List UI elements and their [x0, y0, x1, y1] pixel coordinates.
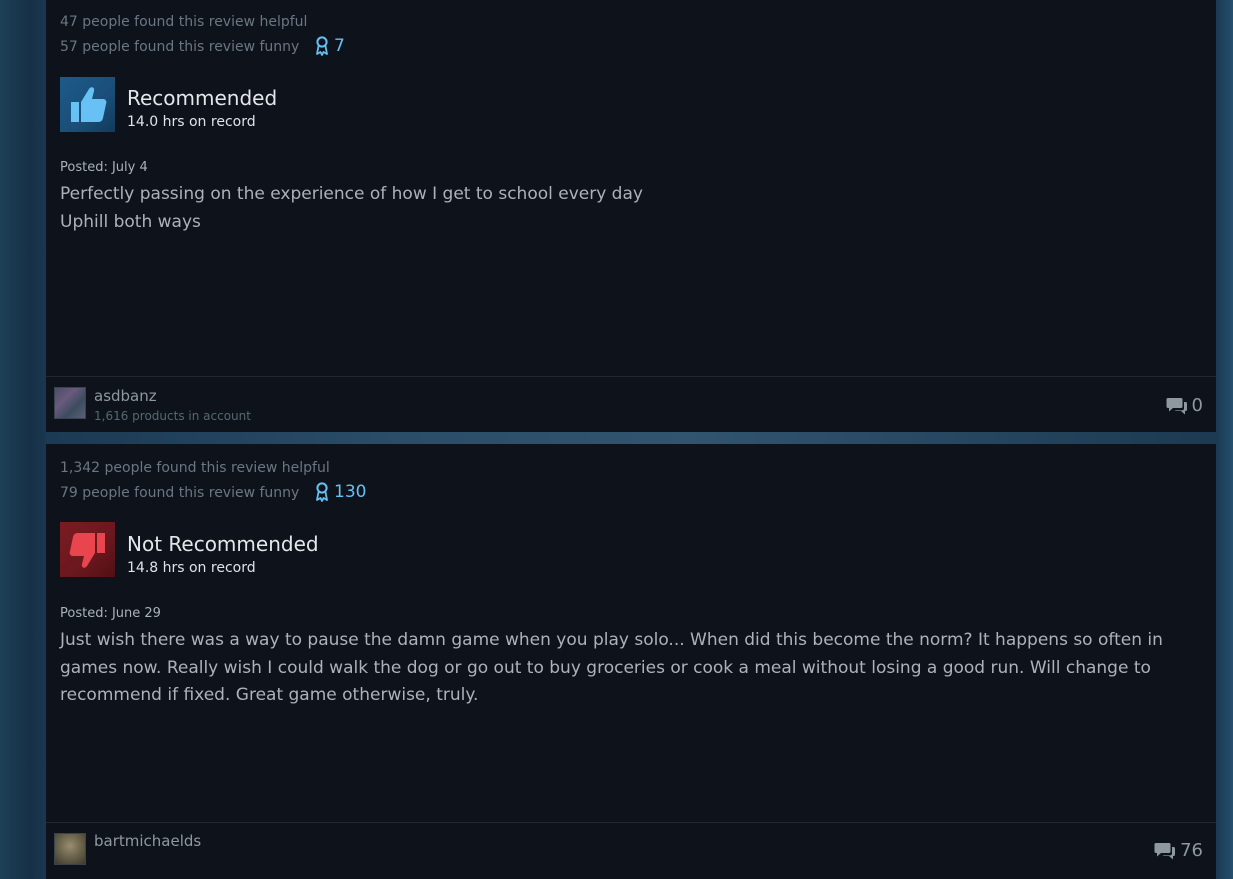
award-count: 7 [334, 36, 345, 56]
comment-count: 0 [1191, 395, 1203, 416]
thumbs-up-glyph [70, 86, 106, 122]
footer-divider [46, 376, 1216, 377]
thumbs-down-glyph [69, 532, 105, 568]
comment-count: 76 [1180, 840, 1203, 861]
hours-on-record: 14.0 hrs on record [127, 114, 256, 130]
footer-divider [46, 822, 1216, 823]
recommendation-title[interactable]: Not Recommended [127, 532, 319, 556]
username[interactable]: bartmichaelds [94, 832, 201, 850]
hours-on-record: 14.8 hrs on record [127, 560, 256, 576]
funny-count: 79 people found this review funny [60, 485, 300, 501]
products-in-account: 1,616 products in account [94, 409, 251, 423]
avatar[interactable] [54, 387, 86, 419]
username[interactable]: asdbanz [94, 387, 157, 405]
posted-date: Posted: June 29 [60, 606, 161, 621]
award-button[interactable]: 7 [314, 36, 345, 56]
review-text-line: Uphill both ways [60, 211, 201, 232]
avatar[interactable] [54, 833, 86, 865]
review-text: Just wish there was a way to pause the d… [60, 630, 1163, 705]
recommendation-title[interactable]: Recommended [127, 86, 277, 110]
review-card: 47 people found this review helpful 57 p… [46, 0, 1216, 432]
award-button[interactable]: 130 [314, 482, 366, 502]
review-text: Perfectly passing on the experience of h… [60, 181, 1190, 236]
background-band [46, 432, 1216, 444]
award-ribbon-icon [316, 36, 328, 56]
thumbs-up-icon[interactable] [60, 77, 115, 132]
posted-date: Posted: July 4 [60, 160, 148, 175]
award-count: 130 [334, 482, 367, 502]
comment-bubble-icon [1166, 397, 1187, 414]
helpful-count: 47 people found this review helpful [60, 14, 308, 30]
funny-count: 57 people found this review funny [60, 39, 300, 55]
review-text-line: Perfectly passing on the experience of h… [60, 184, 643, 204]
comment-bubble-icon [1154, 842, 1176, 859]
thumbs-down-icon[interactable] [60, 522, 115, 577]
comments-button[interactable]: 76 [1154, 840, 1203, 861]
helpful-count: 1,342 people found this review helpful [60, 460, 330, 476]
award-ribbon-icon [316, 482, 328, 502]
comments-button[interactable]: 0 [1166, 395, 1203, 416]
review-card: 1,342 people found this review helpful 7… [46, 444, 1216, 879]
